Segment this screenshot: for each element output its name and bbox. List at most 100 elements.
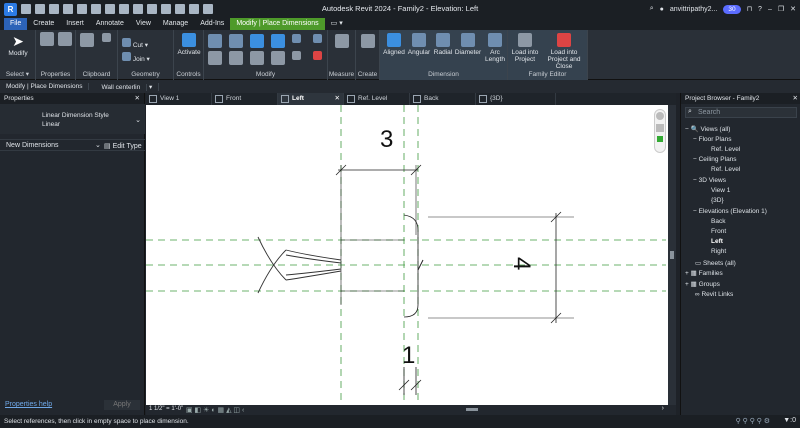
tree-left[interactable]: Left: [711, 238, 723, 245]
zoom-icon[interactable]: [656, 124, 664, 132]
tree-right[interactable]: Right: [711, 248, 726, 255]
save-icon[interactable]: [35, 4, 45, 14]
tree-revit-links[interactable]: ∞ Revit Links: [695, 291, 733, 298]
instance-selector[interactable]: New Dimensions: [6, 142, 59, 149]
tab-left[interactable]: Left ✕: [278, 93, 344, 105]
minimize-icon[interactable]: –: [768, 6, 772, 13]
array-icon[interactable]: [292, 51, 301, 60]
arc-length-dimension-button[interactable]: Arc Length: [483, 33, 507, 63]
mirror-axis-icon[interactable]: [250, 34, 264, 48]
tree-ceiling-plans[interactable]: − Ceiling Plans: [693, 156, 737, 163]
tab-insert[interactable]: Insert: [60, 18, 90, 30]
properties-help-link[interactable]: Properties help: [5, 401, 52, 408]
tab-create[interactable]: Create: [27, 18, 60, 30]
tab-annotate[interactable]: Annotate: [90, 18, 130, 30]
tree-elevations[interactable]: − Elevations (Elevation 1): [693, 208, 767, 215]
filter-icon[interactable]: ▼:0: [783, 417, 796, 424]
user-icon[interactable]: ●: [660, 6, 664, 13]
tree-view-1[interactable]: View 1: [711, 187, 730, 194]
tree-views-all[interactable]: − 🔍 Views (all): [685, 125, 730, 133]
panel-select-label[interactable]: Select ▾: [0, 70, 35, 80]
angular-dimension-button[interactable]: Angular: [407, 33, 431, 56]
paste-button[interactable]: [78, 33, 96, 49]
tree-ceiling-ref-level[interactable]: Ref. Level: [711, 166, 740, 173]
tab-front[interactable]: Front: [212, 93, 278, 105]
cart-icon[interactable]: ⊓: [747, 5, 752, 13]
sync-icon[interactable]: [49, 4, 59, 14]
tree-back[interactable]: Back: [711, 218, 725, 225]
measure-button[interactable]: [332, 34, 352, 50]
restore-icon[interactable]: ❐: [778, 5, 784, 13]
close-icon[interactable]: ✕: [135, 93, 140, 104]
split-icon[interactable]: [292, 34, 301, 43]
diameter-dimension-button[interactable]: Diameter: [454, 33, 482, 56]
view-scale[interactable]: 1 1/2" = 1'-0": [149, 406, 183, 412]
tree-3d[interactable]: {3D}: [711, 197, 724, 204]
tree-sheets[interactable]: ▭ Sheets (all): [695, 259, 736, 267]
selection-filter-icons[interactable]: ⚲ ⚲ ⚲ ⚲ ⚙: [735, 417, 770, 425]
notification-badge[interactable]: 30: [723, 4, 741, 14]
offset-icon[interactable]: [229, 34, 243, 48]
activate-button[interactable]: Activate: [176, 33, 202, 56]
radial-dimension-button[interactable]: Radial: [432, 33, 454, 56]
tab-modify-place-dimensions[interactable]: Modify | Place Dimensions: [230, 18, 325, 30]
undo-icon[interactable]: [63, 4, 73, 14]
family-types-button[interactable]: [56, 32, 74, 48]
thin-lines-icon[interactable]: [175, 4, 185, 14]
scroll-thumb[interactable]: [670, 251, 674, 259]
switch-windows-icon[interactable]: [203, 4, 213, 14]
redo-icon[interactable]: [77, 4, 87, 14]
cut-button[interactable]: Cut ▾: [122, 38, 148, 49]
navigation-bar[interactable]: [654, 109, 666, 153]
section-icon[interactable]: [161, 4, 171, 14]
close-hidden-icon[interactable]: [189, 4, 199, 14]
view-control-icons[interactable]: ▣ ◧ ☀ ◐ ▦ ◭ ◫ ‹: [186, 406, 244, 414]
tree-floor-ref-level[interactable]: Ref. Level: [711, 146, 740, 153]
tree-groups[interactable]: + ▦ Groups: [685, 280, 720, 288]
rotate-icon[interactable]: [250, 51, 264, 65]
text-icon[interactable]: [133, 4, 143, 14]
search-icon[interactable]: ⌕: [650, 5, 654, 13]
tab-add-ins[interactable]: Add-Ins: [194, 18, 230, 30]
join-button[interactable]: Join ▾: [122, 52, 150, 63]
zoom-region-icon[interactable]: [657, 136, 663, 142]
type-selector[interactable]: Linear Dimension Style Linear ⌄: [0, 104, 145, 134]
tab-view[interactable]: View: [130, 18, 157, 30]
copy-button[interactable]: [98, 33, 114, 44]
tab-back[interactable]: Back: [410, 93, 476, 105]
ribbon-toggle-icon[interactable]: ▭ ▾: [325, 18, 349, 30]
delete-icon[interactable]: [313, 51, 322, 60]
close-icon[interactable]: ✕: [793, 93, 798, 104]
tab-ref-level[interactable]: Ref. Level: [344, 93, 410, 105]
tab-manage[interactable]: Manage: [157, 18, 194, 30]
apply-button[interactable]: Apply: [104, 400, 140, 410]
aligned-dimension-button[interactable]: Aligned: [382, 33, 406, 56]
print-icon[interactable]: [91, 4, 101, 14]
create-button[interactable]: [359, 34, 377, 50]
align-icon[interactable]: [208, 34, 222, 48]
open-icon[interactable]: [21, 4, 31, 14]
revit-logo[interactable]: R: [4, 2, 17, 16]
load-into-project-button[interactable]: Load into Project: [510, 33, 540, 63]
tab-file[interactable]: File: [4, 18, 28, 30]
measure-icon[interactable]: [105, 4, 115, 14]
dimension-icon[interactable]: [119, 4, 129, 14]
placement-dropdown[interactable]: Wall centerlin ▾: [89, 82, 160, 91]
search-input[interactable]: Search: [698, 109, 720, 116]
trim-icon[interactable]: [313, 34, 322, 43]
load-into-project-close-button[interactable]: Load into Project and Close: [542, 33, 586, 70]
help-icon[interactable]: ?: [758, 6, 762, 13]
type-properties-button[interactable]: [38, 32, 56, 48]
close-icon[interactable]: ✕: [790, 5, 796, 13]
move-icon[interactable]: [208, 51, 222, 65]
steering-wheel-icon[interactable]: [656, 112, 664, 120]
close-tab-icon[interactable]: ✕: [335, 93, 340, 105]
drawing-canvas[interactable]: 3 1 4: [146, 105, 668, 405]
mirror-draw-icon[interactable]: [271, 34, 285, 48]
user-name[interactable]: anvittripathy2...: [670, 6, 717, 13]
trim-extend-icon[interactable]: [271, 51, 285, 65]
copy-element-icon[interactable]: [229, 51, 243, 65]
modify-button[interactable]: ➤ Modify: [4, 33, 32, 57]
tab-3d[interactable]: {3D}: [476, 93, 556, 105]
scroll-right-icon[interactable]: ›: [662, 405, 664, 412]
